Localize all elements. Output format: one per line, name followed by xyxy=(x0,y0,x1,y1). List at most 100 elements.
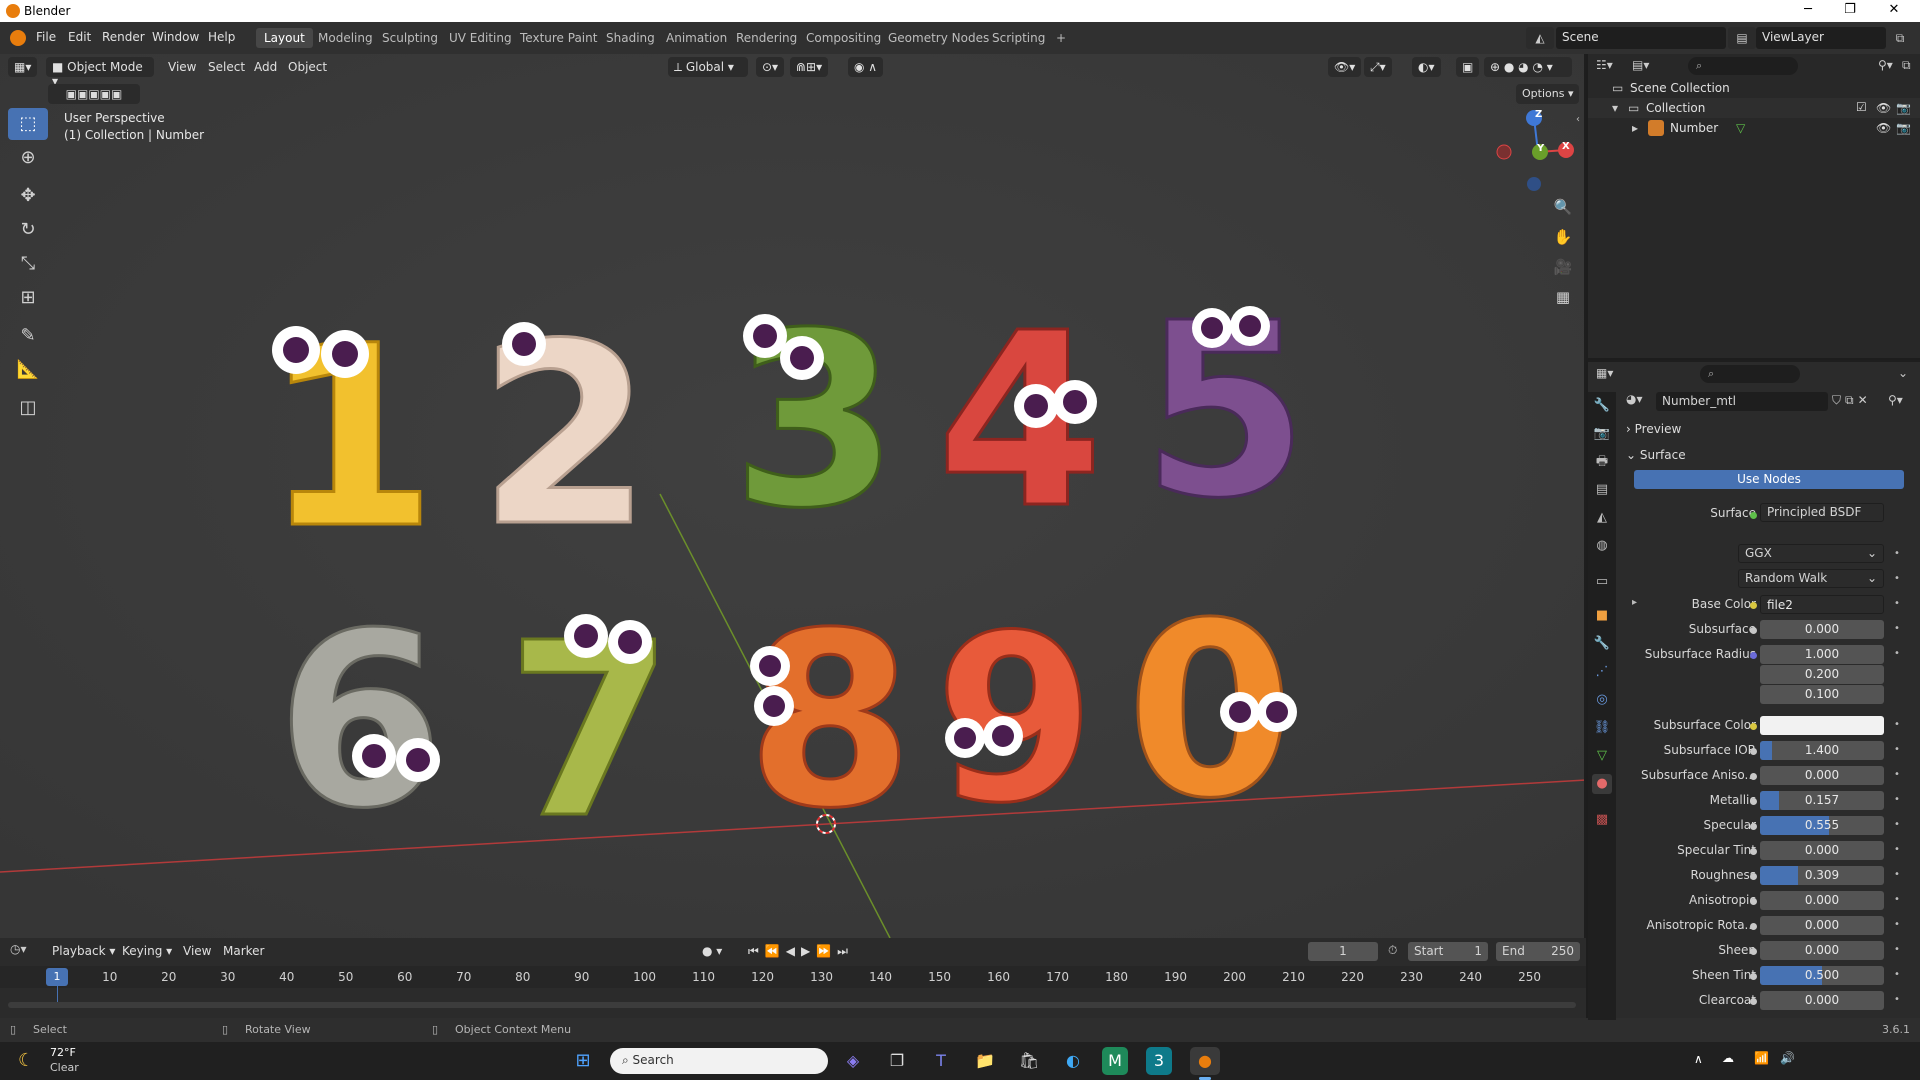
end-frame-field[interactable]: End 250 xyxy=(1496,942,1580,961)
blender-menu-icon[interactable] xyxy=(10,30,26,46)
add-workspace-button[interactable]: + xyxy=(1048,28,1074,48)
blender-taskbar-icon[interactable]: ● xyxy=(1190,1047,1220,1075)
menu-help[interactable]: Help xyxy=(208,30,235,44)
tab-texture-paint[interactable]: Texture Paint xyxy=(512,28,605,48)
tab-animation[interactable]: Animation xyxy=(658,28,735,48)
tab-modeling[interactable]: Modeling xyxy=(310,28,381,48)
use-nodes-button[interactable]: Use Nodes xyxy=(1634,470,1904,489)
view-layer-selector[interactable]: ViewLayer xyxy=(1756,27,1886,49)
material-filter-icon[interactable]: ⚲▾ xyxy=(1888,393,1903,407)
editor-type-icon[interactable]: ▦▾ xyxy=(8,57,38,77)
timeline-scrollbar[interactable] xyxy=(8,1002,1576,1008)
modifier-tab-icon[interactable]: 🔧 xyxy=(1592,634,1612,654)
onedrive-icon[interactable]: ☁ xyxy=(1722,1051,1734,1065)
preview-panel-header[interactable]: › Preview xyxy=(1626,422,1914,442)
teams-icon[interactable]: T xyxy=(926,1047,956,1075)
selection-mode-icons[interactable]: ▣▣▣▣▣ xyxy=(48,84,140,104)
filter-icon[interactable]: ⚲▾ xyxy=(1878,58,1893,72)
timeline-menu-marker[interactable]: Marker xyxy=(223,944,264,958)
material-datablock-buttons[interactable]: ⛉⧉✕ xyxy=(1832,393,1872,408)
collection-tab-icon[interactable]: ▭ xyxy=(1592,572,1612,592)
view-layer-tab-icon[interactable]: ▤ xyxy=(1592,480,1612,500)
keyframe-dot[interactable]: • xyxy=(1894,844,1900,855)
outliner-editor-type-icon[interactable]: ☷▾ xyxy=(1596,58,1613,72)
orientation-selector[interactable]: ⟂ Global ▾ xyxy=(668,57,748,77)
keyframe-dot[interactable]: • xyxy=(1894,794,1900,805)
scene-tab-icon[interactable]: ◭ xyxy=(1592,508,1612,528)
material-tab-icon[interactable]: ● xyxy=(1592,774,1612,794)
property-value-field[interactable]: 0.000 xyxy=(1760,916,1884,935)
tab-scripting[interactable]: Scripting xyxy=(984,28,1053,48)
camera-icon[interactable]: 📷 xyxy=(1896,101,1911,115)
keyframe-dot[interactable]: • xyxy=(1894,969,1900,980)
wifi-icon[interactable]: 📶 xyxy=(1754,1051,1769,1065)
keyframe-dot[interactable]: • xyxy=(1894,769,1900,780)
properties-options-icon[interactable]: ⌄ xyxy=(1898,366,1908,380)
mesh-data-icon[interactable]: ▽ xyxy=(1736,121,1745,135)
keyframe-dot[interactable]: • xyxy=(1894,869,1900,880)
keyframe-dot[interactable]: • xyxy=(1894,819,1900,830)
keyframe-dot[interactable]: • xyxy=(1894,744,1900,755)
transform-tool-icon[interactable]: ⊞ xyxy=(8,282,48,314)
properties-search-input[interactable]: ⌕ xyxy=(1700,365,1800,383)
physics-tab-icon[interactable]: ◎ xyxy=(1592,690,1612,710)
property-value-field[interactable]: 0.555 xyxy=(1760,816,1884,835)
perspective-grid-icon[interactable]: ▦ xyxy=(1550,284,1576,310)
scale-tool-icon[interactable]: ⤡ xyxy=(8,248,48,280)
mode-selector[interactable]: ■ Object Mode ▾ xyxy=(46,57,154,88)
menu-render[interactable]: Render xyxy=(102,30,145,44)
property-value-field[interactable] xyxy=(1760,716,1884,735)
camera-view-icon[interactable]: 🎥 xyxy=(1550,254,1576,280)
subsurface-method-select[interactable]: Random Walk ⌄ xyxy=(1738,569,1884,588)
rotate-tool-icon[interactable]: ↻ xyxy=(8,214,48,246)
visibility-icon[interactable]: 👁▾ xyxy=(1328,57,1362,77)
property-value-field[interactable]: 0.157 xyxy=(1760,791,1884,810)
viewport-menu-add[interactable]: Add xyxy=(254,60,277,74)
keyframe-dot[interactable]: • xyxy=(1894,994,1900,1005)
world-tab-icon[interactable]: ◍ xyxy=(1592,536,1612,556)
tab-geometry-nodes[interactable]: Geometry Nodes xyxy=(880,28,997,48)
property-value-field[interactable]: 0.500 xyxy=(1760,966,1884,985)
timeline-editor-type-icon[interactable]: ◷▾ xyxy=(10,942,27,956)
properties-editor-type-icon[interactable]: ▦▾ xyxy=(1596,366,1613,380)
property-value-field[interactable]: 1.400 xyxy=(1760,741,1884,760)
add-cube-tool-icon[interactable]: ◫ xyxy=(8,392,48,424)
display-mode-icon[interactable]: ▤▾ xyxy=(1632,58,1649,72)
material-name-field[interactable]: Number_mtl xyxy=(1656,392,1828,411)
tray-chevron-icon[interactable]: ∧ xyxy=(1694,1052,1703,1066)
gizmo-toggle-icon[interactable]: ⤢▾ xyxy=(1364,57,1392,77)
tool-tab-icon[interactable]: 🔧 xyxy=(1592,396,1612,416)
tab-rendering[interactable]: Rendering xyxy=(728,28,805,48)
menu-window[interactable]: Window xyxy=(152,30,199,44)
property-value-field[interactable]: 0.000 xyxy=(1760,991,1884,1010)
tab-shading[interactable]: Shading xyxy=(598,28,663,48)
distribution-keyframe-dot[interactable]: • xyxy=(1894,548,1900,559)
edge-icon[interactable]: ◐ xyxy=(1058,1047,1088,1075)
file-explorer-icon[interactable]: 📁 xyxy=(970,1047,1000,1075)
subsurface-method-keyframe-dot[interactable]: • xyxy=(1894,573,1900,584)
outliner-search-input[interactable]: ⌕ xyxy=(1688,57,1798,75)
view-layer-icon[interactable]: ▤ xyxy=(1728,27,1756,49)
property-value-field[interactable]: file2 xyxy=(1760,595,1884,614)
volume-icon[interactable]: 🔊 xyxy=(1780,1051,1795,1065)
measure-tool-icon[interactable]: 📐 xyxy=(8,354,48,386)
outliner-row-collection[interactable]: ▾ ▭ Collection ☑ 👁 📷 xyxy=(1588,98,1920,118)
surface-shader-field[interactable]: Principled BSDF xyxy=(1760,503,1884,522)
sidebar-toggle-icon[interactable]: ‹ xyxy=(1576,114,1580,125)
menu-file[interactable]: File xyxy=(36,30,56,44)
texture-tab-icon[interactable]: ▩ xyxy=(1592,810,1612,830)
task-view-icon[interactable]: ❐ xyxy=(882,1047,912,1075)
viewport-menu-object[interactable]: Object xyxy=(288,60,327,74)
select-box-tool-icon[interactable]: ⬚ xyxy=(8,108,48,140)
output-tab-icon[interactable]: 🖶 xyxy=(1592,452,1612,472)
tab-sculpting[interactable]: Sculpting xyxy=(374,28,446,48)
timeline-menu-view[interactable]: View xyxy=(183,944,211,958)
app-3-icon[interactable]: 3 xyxy=(1146,1047,1172,1075)
zoom-icon[interactable]: 🔍 xyxy=(1550,194,1576,220)
taskbar-search-input[interactable]: ⌕ Search xyxy=(610,1048,828,1074)
keyframe-dot[interactable]: • xyxy=(1894,623,1900,634)
minimize-button[interactable]: ─ xyxy=(1788,2,1828,20)
property-value-field[interactable]: 0.000 xyxy=(1760,766,1884,785)
exclude-checkbox[interactable]: ☑ xyxy=(1856,100,1867,114)
preview-range-icon[interactable]: ⏱ xyxy=(1388,943,1397,958)
